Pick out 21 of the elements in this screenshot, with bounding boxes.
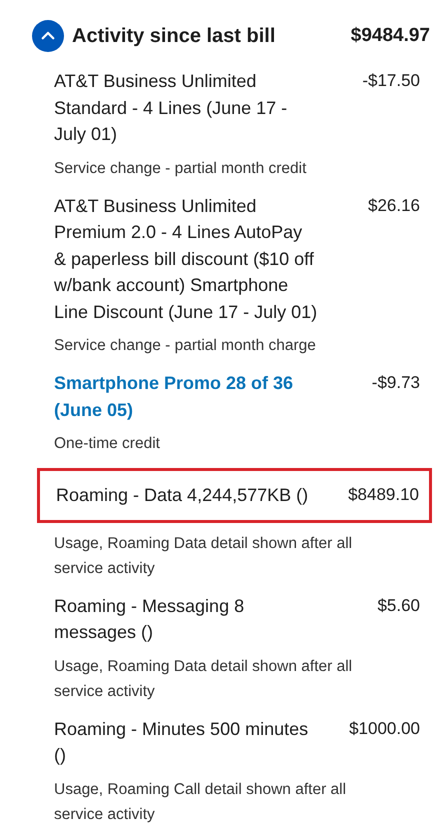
charge-amount: $8489.10 bbox=[348, 484, 419, 506]
charge-amount: -$17.50 bbox=[362, 70, 420, 92]
charge-note: Usage, Roaming Call detail shown after all service activity bbox=[54, 780, 348, 824]
charge-amount: $5.60 bbox=[377, 594, 420, 616]
charge-note: Service change - partial month credit bbox=[54, 158, 308, 178]
charge-title: Roaming - Messaging 8 messages () bbox=[54, 594, 246, 644]
charge-note: One-time credit bbox=[54, 434, 161, 454]
charge-title: AT&T Business Unlimited Premium 2.0 - 4 Lines AutoPay & paperless bill discount ($10 off w/bank account) Smartphone Line Discount (June 17 - July 01) bbox=[54, 194, 318, 324]
charge-title: Roaming - Data 4,244,577KB () bbox=[56, 484, 308, 507]
charge-amount: $26.16 bbox=[368, 194, 420, 216]
charge-note: Usage, Roaming Data detail shown after all service activity bbox=[54, 534, 354, 578]
charge-amount: $1000.00 bbox=[349, 718, 420, 740]
charge-note: Usage, Roaming Data detail shown after all service activity bbox=[54, 656, 354, 702]
section-total: $9484.97 bbox=[350, 25, 430, 47]
charge-title: AT&T Business Unlimited Standard - 4 Lines (June 17 - July 01) bbox=[54, 70, 288, 146]
charge-amount: -$9.73 bbox=[372, 372, 420, 394]
section-title: Activity since last bill bbox=[72, 24, 276, 48]
promo-link[interactable]: Smartphone Promo 28 of 36 (June 05) bbox=[54, 370, 319, 423]
collapse-button[interactable] bbox=[32, 20, 64, 52]
charge-note: Service change - partial month charge bbox=[54, 336, 317, 356]
charge-title: Roaming - Minutes 500 minutes () bbox=[54, 718, 310, 767]
